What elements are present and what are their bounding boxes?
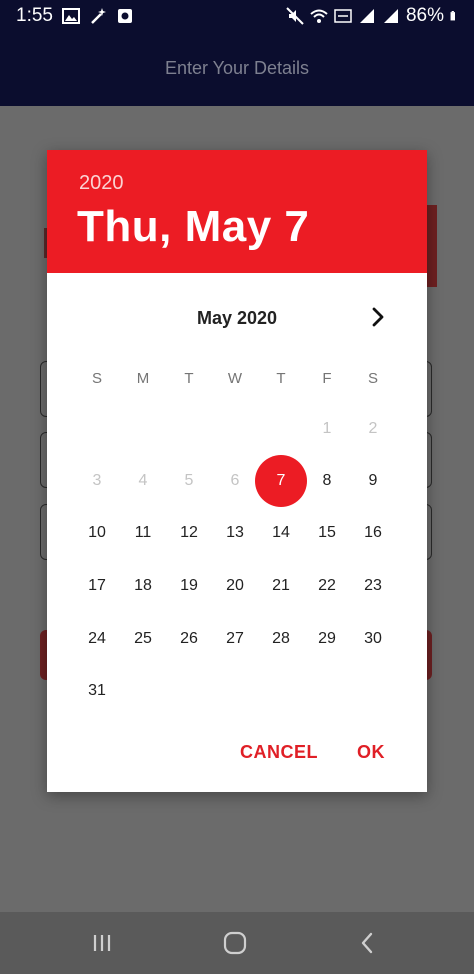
calendar-day[interactable]: 24 [74,616,120,662]
app-bar: Enter Your Details [0,34,474,106]
date-picker-header: 2020 Thu, May 7 [47,150,427,273]
screen-record-icon [118,9,132,23]
battery-level: 86% [405,5,444,26]
calendar-day[interactable]: 27 [212,616,258,662]
weekday-label: S [367,370,378,387]
cancel-button[interactable]: CANCEL [240,742,318,763]
weekday-label: M [136,370,150,387]
calendar-day[interactable]: 17 [74,563,120,609]
image-icon [62,8,80,24]
calendar-day: 3 [92,472,102,489]
date-picker-dialog: 2020 Thu, May 7 May 2020 SMTWTFS 1234567… [47,150,427,792]
calendar-day-selected[interactable]: 7 [255,455,307,507]
navigation-bar [0,912,474,974]
selected-year[interactable]: 2020 [79,172,124,195]
home-icon[interactable] [220,928,250,958]
selected-date: Thu, May 7 [77,202,310,251]
calendar-day[interactable]: 26 [166,616,212,662]
recent-apps-icon[interactable] [87,928,117,958]
magic-wand-icon [91,8,106,24]
calendar-day: 1 [322,420,332,437]
signal-icon [383,9,398,23]
calendar-day: 2 [368,420,378,437]
status-bar: 1:55 86% [0,0,474,34]
calendar-day[interactable]: 28 [258,616,304,662]
calendar-day[interactable]: 16 [350,510,396,556]
calendar-day[interactable]: 29 [304,616,350,662]
calendar-day[interactable]: 15 [304,510,350,556]
status-right: 86% [286,5,460,27]
calendar-day[interactable]: 14 [258,510,304,556]
weekday-label: T [276,370,286,387]
calendar-day[interactable]: 30 [350,616,396,662]
status-left-icons [62,7,134,25]
chevron-right-icon[interactable] [365,304,391,330]
weekday-label: W [227,370,243,387]
page-title: Enter Your Details [164,58,310,78]
calendar-day[interactable]: 22 [304,563,350,609]
calendar-day: 4 [138,472,148,489]
volte-icon [334,9,352,23]
wifi-icon [310,9,328,23]
calendar-day[interactable]: 12 [166,510,212,556]
calendar-day[interactable]: 18 [120,563,166,609]
back-icon[interactable] [353,928,383,958]
calendar-day[interactable]: 21 [258,563,304,609]
calendar-day[interactable]: 11 [120,510,166,556]
calendar-day[interactable]: 25 [120,616,166,662]
calendar-day[interactable]: 9 [350,458,396,504]
calendar-day[interactable]: 8 [304,458,350,504]
calendar-day[interactable]: 13 [212,510,258,556]
mute-icon [286,7,304,25]
calendar-day[interactable]: 23 [350,563,396,609]
calendar-day[interactable]: 31 [74,668,120,714]
weekday-label: T [184,370,194,387]
weekday-label: S [91,370,102,387]
calendar-day[interactable]: 19 [166,563,212,609]
calendar-day: 5 [184,472,194,489]
status-time: 1:55 [16,5,53,26]
calendar-day[interactable]: 20 [212,563,258,609]
signal-icon [359,9,374,23]
calendar-day[interactable]: 10 [74,510,120,556]
ok-button[interactable]: OK [357,742,385,763]
calendar-day: 6 [230,472,240,489]
weekday-label: F [322,370,332,387]
battery-icon [450,11,455,21]
